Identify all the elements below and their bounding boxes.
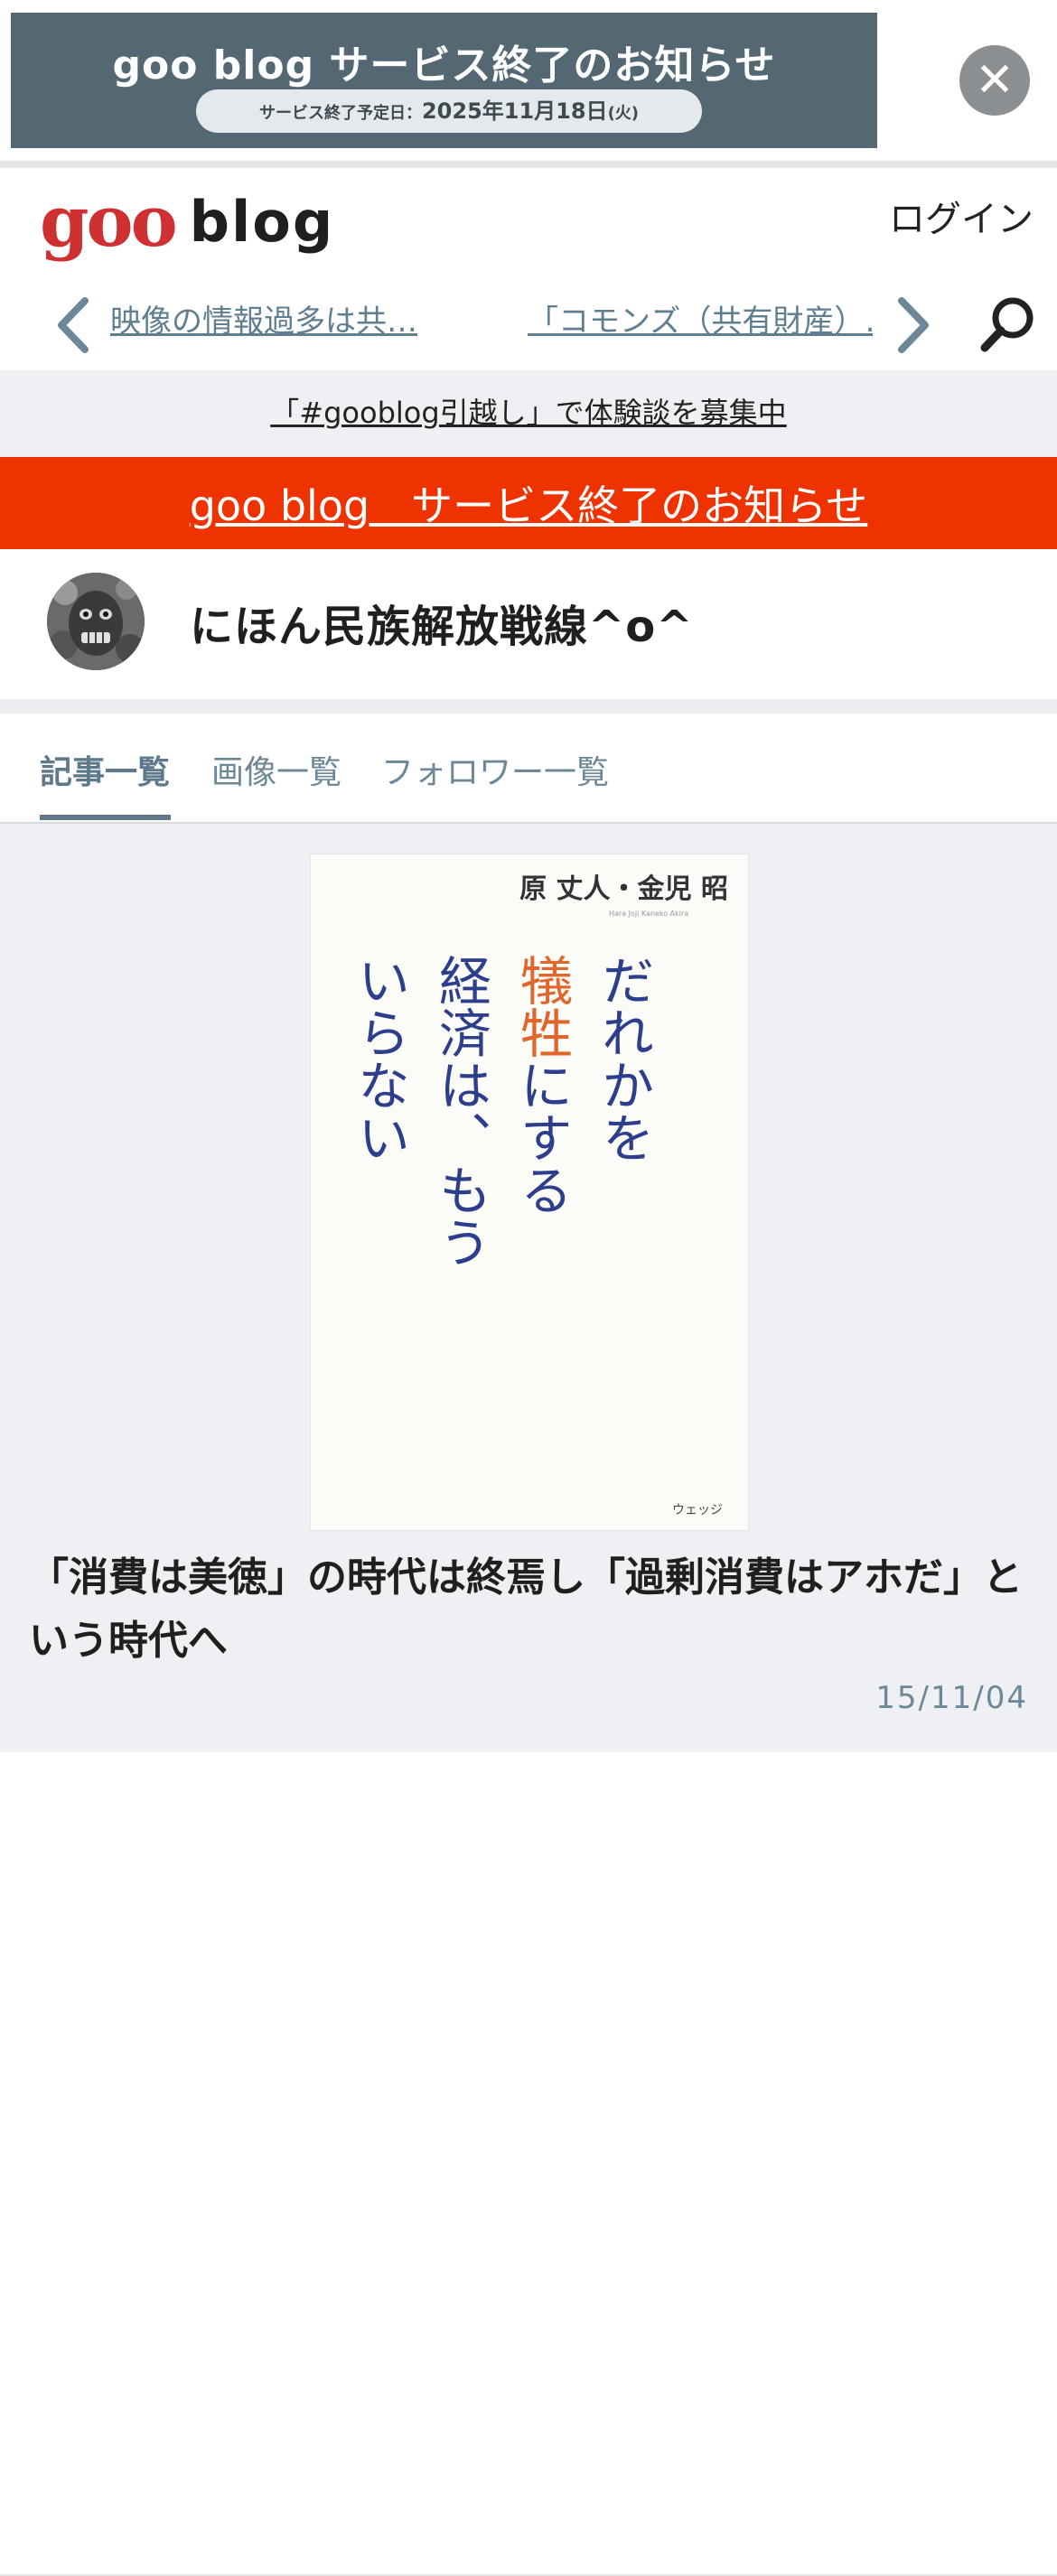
ad-pill-day: (火) xyxy=(607,104,640,123)
cover-title-line-1: だれかを xyxy=(593,954,654,1163)
cover-title-line-3: 経済は、もう xyxy=(430,954,491,1268)
section-gap xyxy=(0,699,1057,714)
chevron-left-icon[interactable] xyxy=(52,295,94,355)
blog-header: にほん民族解放戦線^o^ xyxy=(0,549,1057,699)
search-icon[interactable] xyxy=(977,294,1037,354)
blog-tabs: 記事一覧 画像一覧 フォロワー一覧 xyxy=(0,714,1057,824)
service-end-notice-label: goo blog サービス終了のお知らせ xyxy=(189,481,868,530)
cover-title-line-2: 犠牲にする xyxy=(511,954,573,1216)
ad-banner-title: goo blog サービス終了のお知らせ xyxy=(112,42,776,89)
info-strip: 「#gooblog引越し」で体験談を募集中 xyxy=(0,370,1057,457)
tab-images[interactable]: 画像一覧 xyxy=(211,746,341,793)
ad-banner-date-pill: サービス終了予定日：2025年11月18日(火) xyxy=(196,89,702,133)
close-icon[interactable]: ✕ xyxy=(959,45,1030,116)
login-link[interactable]: ログイン xyxy=(889,190,1034,242)
avatar[interactable] xyxy=(47,573,145,670)
ad-bar: goo blog サービス終了のお知らせ サービス終了予定日：2025年11月1… xyxy=(0,0,1057,161)
gooblog-move-link[interactable]: 「#gooblog引越し」で体験談を募集中 xyxy=(0,390,1057,432)
logo-goo-text: goo xyxy=(40,181,178,263)
article-thumbnail[interactable]: 原 丈人・金児 昭 Hara Joji Kaneko Akira だれかを 犠牲… xyxy=(311,854,748,1530)
book-cover-image: 原 丈人・金児 昭 Hara Joji Kaneko Akira だれかを 犠牲… xyxy=(311,854,748,1530)
ad-pill-prefix: サービス終了予定日： xyxy=(258,104,422,123)
tab-articles[interactable]: 記事一覧 xyxy=(40,746,170,793)
article-nav: 映像の情報過多は共… 「コモンズ（共有財産）… xyxy=(0,282,1057,370)
tab-followers[interactable]: フォロワー一覧 xyxy=(381,746,609,793)
prev-article-link[interactable]: 映像の情報過多は共… xyxy=(110,296,446,341)
cover-publisher: ウェッジ xyxy=(672,1503,723,1517)
next-article-link[interactable]: 「コモンズ（共有財産）… xyxy=(528,296,873,341)
divider xyxy=(0,161,1057,168)
cover-authors: 原 丈人・金児 昭 xyxy=(519,873,728,905)
article-list: 原 丈人・金児 昭 Hara Joji Kaneko Akira だれかを 犠牲… xyxy=(0,824,1057,2576)
ad-banner[interactable]: goo blog サービス終了のお知らせ サービス終了予定日：2025年11月1… xyxy=(11,13,877,148)
service-end-notice[interactable]: goo blog サービス終了のお知らせ xyxy=(0,457,1057,549)
avatar-image xyxy=(47,573,145,670)
ad-pill-date: 2025年11月18日 xyxy=(421,98,608,124)
active-tab-indicator xyxy=(40,815,171,820)
cover-title-line-4: いらない xyxy=(349,954,410,1163)
logo-blog-text: blog xyxy=(189,189,335,255)
article-title[interactable]: 「消費は美徳」の時代は終焉し「過剰消費はアホだ」という時代へ xyxy=(29,1546,1032,1673)
site-header: goo blog ログイン xyxy=(0,168,1057,282)
goo-blog-logo[interactable]: goo blog xyxy=(40,181,335,263)
cover-author-roman: Hara Joji Kaneko Akira xyxy=(609,910,688,918)
article-date: 15/11/04 xyxy=(875,1680,1028,1716)
chevron-right-icon[interactable] xyxy=(893,295,934,355)
blog-title[interactable]: にほん民族解放戦線^o^ xyxy=(190,591,693,654)
